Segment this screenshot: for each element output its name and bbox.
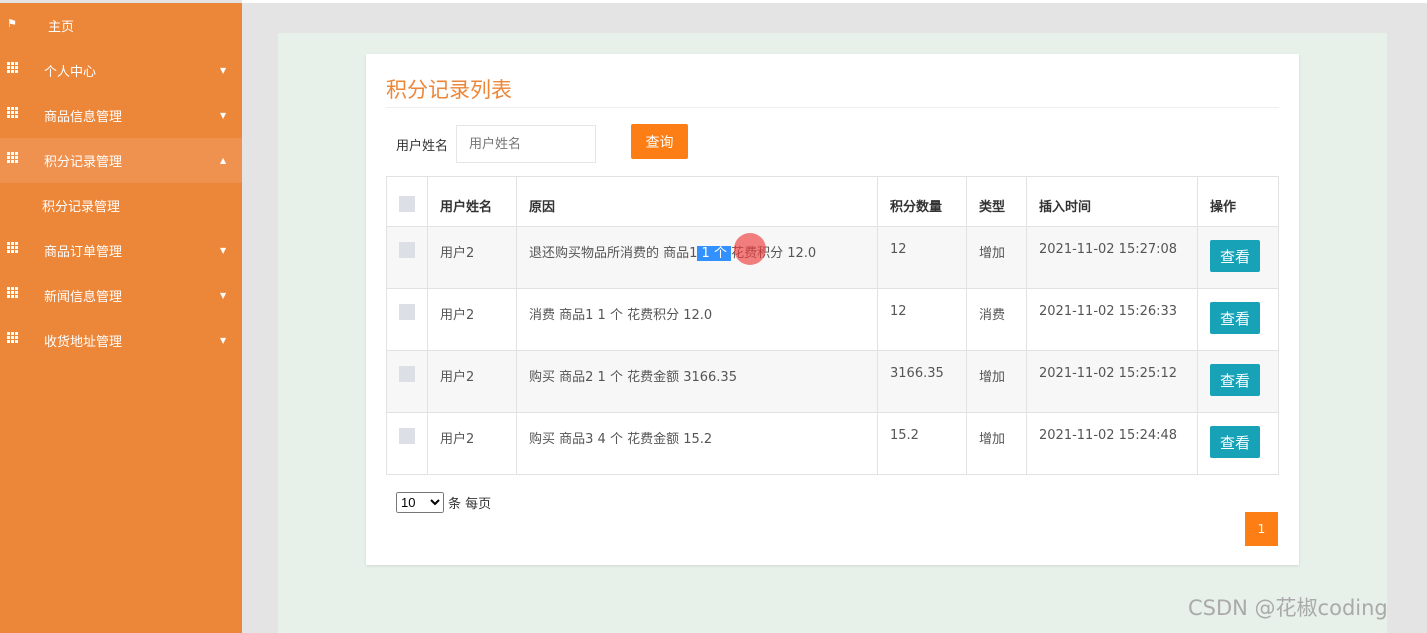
cell-type: 增加 [966,350,1027,413]
cell-points: 12 [877,226,967,289]
watermark: CSDN @花椒coding [1188,596,1388,620]
sidebar-subitem-points-records[interactable]: 积分记录管理 [0,183,242,228]
search-button[interactable]: 查询 [631,124,688,159]
page-size-control: 10 条 每页 [396,492,491,513]
caret-down-icon: ▼ [220,246,227,255]
cell-points: 12 [877,288,967,351]
sidebar-item-orders[interactable]: 商品订单管理 ▼ [0,228,242,273]
divider [386,107,1279,108]
sidebar-item-points-records[interactable]: 积分记录管理 ▲ [0,138,242,183]
cell-type: 增加 [966,412,1027,475]
view-button[interactable]: 查看 [1210,426,1260,458]
view-button[interactable]: 查看 [1210,240,1260,272]
grid-icon [7,152,21,163]
flag-icon: ⚑ [7,17,17,30]
cell-reason: 购买 商品2 1 个 花费金额 3166.35 [516,350,878,413]
caret-down-icon: ▼ [220,111,227,120]
header-reason: 原因 [516,176,878,227]
grid-icon [7,107,21,118]
table-header: 用户姓名 原因 积分数量 类型 插入时间 操作 [386,176,1279,227]
per-page-label: 条 每页 [448,497,492,512]
caret-down-icon: ▼ [220,336,227,345]
list-card: 积分记录列表 用户姓名 查询 用户姓名 原因 积分数量 类型 插入时间 操作 用… [366,54,1299,565]
search-label: 用户姓名 [396,139,449,154]
page-size-select[interactable]: 10 [396,492,444,513]
cell-reason: 购买 商品3 4 个 花费金额 15.2 [516,412,878,475]
cell-points: 3166.35 [877,350,967,413]
cell-name: 用户2 [427,412,517,475]
view-button[interactable]: 查看 [1210,364,1260,396]
cell-time: 2021-11-02 15:27:08 [1026,226,1198,289]
view-button[interactable]: 查看 [1210,302,1260,334]
header-time: 插入时间 [1026,176,1198,227]
cell-type: 增加 [966,226,1027,289]
select-all-checkbox[interactable] [399,196,415,212]
cell-reason: 退还购买物品所消费的 商品1 1 个 花费积分 12.0 [516,226,878,289]
row-checkbox[interactable] [399,242,415,258]
table-row: 用户2 退还购买物品所消费的 商品1 1 个 花费积分 12.0 12 增加 2… [386,226,1279,289]
sidebar-item-product-info[interactable]: 商品信息管理 ▼ [0,93,242,138]
row-checkbox[interactable] [399,428,415,444]
cell-reason: 消费 商品1 1 个 花费积分 12.0 [516,288,878,351]
cell-type: 消费 [966,288,1027,351]
sidebar-item-news[interactable]: 新闻信息管理 ▼ [0,273,242,318]
sidebar: ⚑ 主页 个人中心 ▼ 商品信息管理 ▼ 积分记录管理 ▲ 积分记录管理 商品订单管理 ▼… [0,3,242,633]
text-selection: 1 个 [697,246,732,261]
sidebar-item-home[interactable]: ⚑ 主页 [0,3,242,48]
caret-down-icon: ▼ [220,291,227,300]
header-points: 积分数量 [877,176,967,227]
table-row: 用户2 购买 商品3 4 个 花费金额 15.2 15.2 增加 2021-11… [386,412,1279,475]
top-bar [242,0,1427,3]
username-search-input[interactable] [456,125,596,163]
grid-icon [7,242,21,253]
page-title: 积分记录列表 [386,78,512,102]
header-name: 用户姓名 [427,176,517,227]
sidebar-item-address[interactable]: 收货地址管理 ▼ [0,318,242,363]
caret-up-icon: ▲ [220,156,227,165]
cell-name: 用户2 [427,288,517,351]
cell-time: 2021-11-02 15:26:33 [1026,288,1198,351]
grid-icon [7,287,21,298]
row-checkbox[interactable] [399,304,415,320]
grid-icon [7,332,21,343]
page-button-1[interactable]: 1 [1245,512,1278,546]
table-row: 用户2 消费 商品1 1 个 花费积分 12.0 12 消费 2021-11-0… [386,288,1279,351]
records-table: 用户姓名 原因 积分数量 类型 插入时间 操作 用户2 退还购买物品所消费的 商… [386,176,1279,475]
caret-down-icon: ▼ [220,66,227,75]
table-row: 用户2 购买 商品2 1 个 花费金额 3166.35 3166.35 增加 2… [386,350,1279,413]
grid-icon [7,62,21,73]
cell-time: 2021-11-02 15:25:12 [1026,350,1198,413]
cell-name: 用户2 [427,226,517,289]
cell-time: 2021-11-02 15:24:48 [1026,412,1198,475]
cell-points: 15.2 [877,412,967,475]
row-checkbox[interactable] [399,366,415,382]
header-action: 操作 [1197,176,1279,227]
cell-name: 用户2 [427,350,517,413]
mouse-cursor-indicator [734,233,766,265]
header-type: 类型 [966,176,1027,227]
sidebar-item-personal-center[interactable]: 个人中心 ▼ [0,48,242,93]
